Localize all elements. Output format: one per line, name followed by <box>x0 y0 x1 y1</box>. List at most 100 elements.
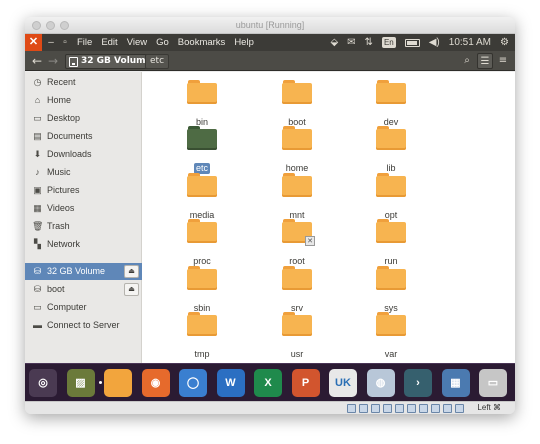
folder-item[interactable]: sys <box>356 266 426 313</box>
music-icon: ♪ <box>35 167 40 177</box>
menu-view[interactable]: View <box>127 34 147 51</box>
folder-icon <box>187 173 217 197</box>
sidebar-item-documents[interactable]: ▤ Documents <box>25 128 142 145</box>
pictures-icon: ▣ <box>33 185 42 195</box>
sidebar-device-connect-to-server[interactable]: ▬ Connect to Server <box>25 317 142 334</box>
powerpoint-icon[interactable]: P <box>291 369 320 397</box>
optical-drive-status-icon[interactable] <box>359 404 368 413</box>
workspace-switcher-icon[interactable]: ▦ <box>441 369 470 397</box>
settings-gear-icon[interactable]: ⚙ <box>500 34 509 51</box>
folder-body <box>282 129 312 150</box>
sidebar-item-recent[interactable]: ◷ Recent <box>25 74 142 91</box>
sidebar-item-network[interactable]: ▚ Network <box>25 236 142 253</box>
eject-icon[interactable]: ⏏ <box>124 283 139 296</box>
mouse-integration-status-icon[interactable] <box>455 404 464 413</box>
trash-icon: 🗑 <box>32 221 44 231</box>
search-icon[interactable]: ⌕ <box>459 53 475 69</box>
maximize-app-button[interactable]: ▫ <box>59 34 71 51</box>
folder-label: usr <box>290 349 304 359</box>
display-status-icon[interactable] <box>419 404 428 413</box>
audio-status-icon[interactable] <box>371 404 380 413</box>
sidebar-item-desktop[interactable]: ▭ Desktop <box>25 110 142 127</box>
folder-item[interactable]: opt <box>356 173 426 220</box>
folder-item[interactable]: media <box>167 173 237 220</box>
folder-item[interactable]: run <box>356 219 426 266</box>
hard-disk-status-icon[interactable] <box>347 404 356 413</box>
menu-file[interactable]: File <box>77 34 92 51</box>
folder-item[interactable]: proc <box>167 219 237 266</box>
close-app-button[interactable]: ✕ <box>25 34 42 51</box>
excel-icon[interactable]: X <box>254 369 282 397</box>
sidebar-item-videos[interactable]: ▦ Videos <box>25 200 142 217</box>
volume-icon[interactable]: ◀) <box>429 34 440 51</box>
sidebar-item-label: Desktop <box>47 113 81 123</box>
folder-item[interactable]: home <box>262 126 332 173</box>
menu-help[interactable]: Help <box>234 34 254 51</box>
folder-item[interactable]: lib <box>356 126 426 173</box>
sidebar-device-computer[interactable]: ▭ Computer <box>25 299 142 316</box>
network-arrows-icon[interactable]: ⇅ <box>365 34 373 51</box>
firefox-icon[interactable]: ◉ <box>141 369 170 397</box>
shared-folders-status-icon[interactable] <box>407 404 416 413</box>
shopping-bag-icon[interactable]: UK <box>329 369 357 397</box>
folder-item[interactable]: mnt <box>262 173 332 220</box>
sidebar-item-home[interactable]: ⌂ Home <box>25 92 142 109</box>
usb-status-icon[interactable] <box>395 404 404 413</box>
sidebar-item-music[interactable]: ♪ Music <box>25 164 142 181</box>
scanner-icon[interactable]: ▭ <box>479 369 507 397</box>
folder-item[interactable]: var <box>356 312 426 359</box>
forward-button[interactable]: → <box>45 53 61 69</box>
list-view-icon[interactable]: ☰ <box>477 53 493 69</box>
eject-icon[interactable]: ⏏ <box>124 265 139 278</box>
file-manager-toolbar: ← → 32 GB Volume etc ⌕ ☰ ≡ <box>25 51 515 71</box>
drive-icon <box>69 56 78 67</box>
path-volume-button[interactable]: 32 GB Volume <box>65 54 158 69</box>
drive-icon: ⛁ <box>33 284 42 294</box>
folder-icon <box>282 80 312 104</box>
menu-icon[interactable]: ≡ <box>495 53 511 69</box>
folder-item[interactable]: bin <box>167 80 237 127</box>
ubuntu-logo-icon[interactable]: ◎ <box>29 369 57 397</box>
sidebar-device-boot[interactable]: ⛁ boot ⏏ <box>25 281 142 298</box>
folder-body <box>187 83 217 104</box>
clock[interactable]: 10:51 AM <box>449 34 491 51</box>
folder-icon <box>376 173 406 197</box>
keyboard-layout-indicator[interactable]: En <box>381 37 396 48</box>
word-icon[interactable]: W <box>216 369 245 397</box>
mail-icon[interactable]: ✉ <box>347 34 355 51</box>
chromium-icon[interactable]: ◯ <box>179 369 207 397</box>
menu-edit[interactable]: Edit <box>101 34 117 51</box>
folder-body <box>282 269 312 290</box>
path-crumb-etc[interactable]: etc <box>145 54 170 69</box>
sidebar-item-pictures[interactable]: ▣ Pictures <box>25 182 142 199</box>
battery-icon[interactable] <box>404 38 420 47</box>
menu-bookmarks[interactable]: Bookmarks <box>178 34 226 51</box>
video-capture-status-icon[interactable] <box>431 404 440 413</box>
folder-item[interactable]: dev <box>356 80 426 127</box>
menu-go[interactable]: Go <box>156 34 169 51</box>
disk-icon[interactable]: ◍ <box>366 369 395 397</box>
drive-icon: ⛁ <box>33 266 42 276</box>
network-status-icon[interactable] <box>383 404 392 413</box>
folder-item[interactable]: tmp <box>167 312 237 359</box>
back-button[interactable]: ← <box>29 53 45 69</box>
sidebar-device-32-gb-volume[interactable]: ⛁ 32 GB Volume ⏏ <box>25 263 142 280</box>
dropbox-icon[interactable]: ⬙ <box>330 34 338 51</box>
folder-icon[interactable] <box>99 369 132 397</box>
folder-item[interactable]: boot <box>262 80 332 127</box>
sidebar-item-downloads[interactable]: ⬇ Downloads <box>25 146 142 163</box>
photo-viewer-icon[interactable]: ▨ <box>66 369 95 397</box>
folder-item[interactable]: ✕ root <box>262 219 332 266</box>
computer-icon: ▭ <box>33 302 42 312</box>
folder-item[interactable]: srv <box>262 266 332 313</box>
folder-body <box>376 269 406 290</box>
sidebar-item-trash[interactable]: 🗑 Trash <box>25 218 142 235</box>
folder-item[interactable]: etc <box>167 126 237 174</box>
folder-item[interactable]: usr <box>262 312 332 359</box>
terminal-icon[interactable]: › <box>404 369 432 397</box>
folder-item[interactable]: sbin <box>167 266 237 313</box>
window-titlebar[interactable]: ubuntu [Running] <box>25 17 515 34</box>
folder-body <box>187 315 217 336</box>
minimize-app-button[interactable]: – <box>45 34 57 51</box>
cpu-status-icon[interactable] <box>443 404 452 413</box>
